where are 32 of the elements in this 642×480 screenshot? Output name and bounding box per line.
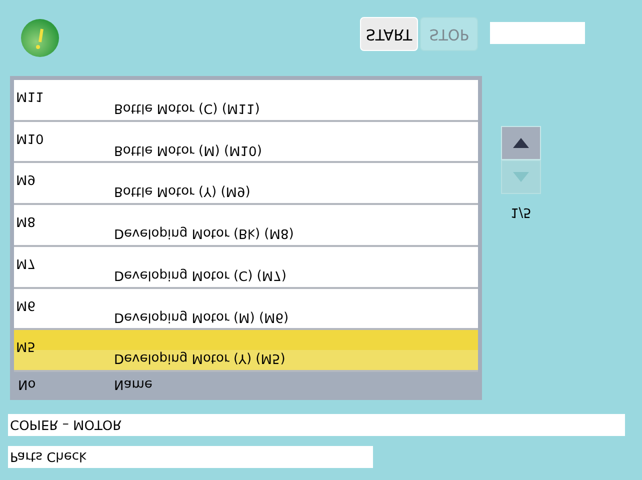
page-indicator: 1/5 [510, 204, 532, 222]
up-triangle-icon [513, 138, 529, 148]
table-cell-text: M6 [15, 296, 36, 314]
table-row[interactable]: M11 Bottle Motor (C) (M11) [14, 80, 478, 122]
table-cell-text: M9 [15, 170, 36, 189]
path-label: Parts Check [8, 446, 373, 468]
warning-ball-icon [20, 18, 60, 58]
table-row[interactable]: M8 Developing Motor (Bk) (M8) [14, 205, 478, 247]
table-cell-text: M7 [15, 254, 36, 272]
input-field[interactable] [490, 22, 585, 44]
table-cell-text: Developing Motor (C) (M7) [114, 266, 286, 284]
command-button[interactable]: START [360, 17, 418, 51]
table-cell-text: Developing Motor (Bk) (M8) [114, 224, 294, 243]
scroll-up-button[interactable] [501, 126, 541, 160]
path-label: COPIER – MOTOR [8, 414, 625, 436]
table-cell-text: M10 [15, 129, 45, 148]
table-cell-text: Developing Motor (Y) (M5) [114, 350, 286, 368]
down-triangle-icon [513, 172, 529, 182]
table-cell-text: M8 [15, 212, 36, 231]
table-row[interactable]: M7 Developing Motor (C) (M7) [14, 246, 478, 289]
column-header: No [17, 376, 37, 394]
table-row[interactable]: M9 Bottle Motor (Y) (M9) [14, 163, 478, 206]
table-row[interactable]: M6 Developing Motor (M) (M6) [14, 288, 478, 330]
table-cell-text: Bottle Motor (Y) (M9) [114, 182, 250, 201]
table-row[interactable]: M10 Bottle Motor (M) (M10) [14, 122, 478, 164]
column-header: Name [114, 376, 152, 394]
table-cell-text: M5 [15, 338, 36, 356]
table-cell-text: Developing Motor (M) (M6) [114, 308, 289, 326]
table-cell-text: M11 [15, 88, 45, 106]
table-cell-text: Bottle Motor (C) (M11) [114, 100, 260, 118]
table-row[interactable]: M5 Developing Motor (Y) (M5) [14, 330, 478, 372]
table-cell-text: Bottle Motor (M) (M10) [114, 141, 262, 160]
